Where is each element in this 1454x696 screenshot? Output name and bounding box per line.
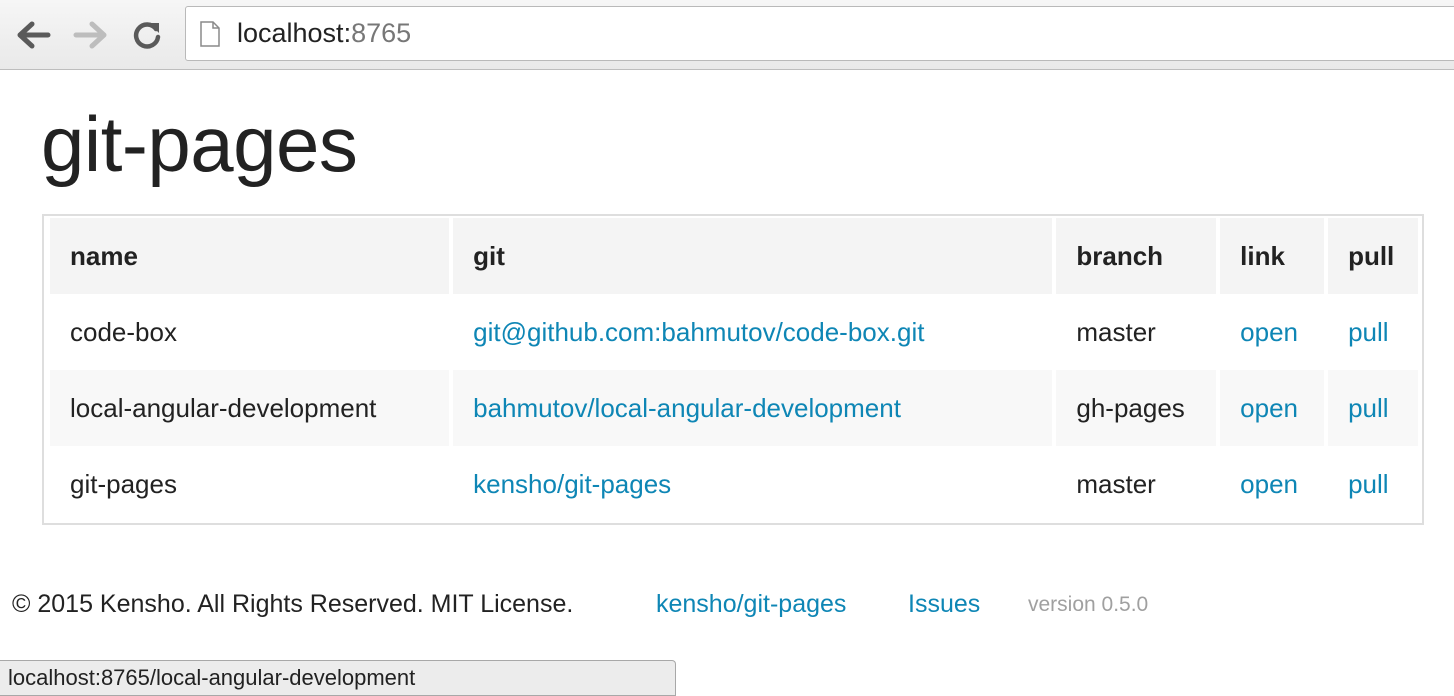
open-link[interactable]: open: [1240, 317, 1298, 347]
back-button[interactable]: [16, 17, 52, 53]
repo-branch: gh-pages: [1056, 370, 1217, 446]
repo-git-cell: kensho/git-pages: [453, 446, 1052, 522]
version-label: version 0.5.0: [1028, 593, 1149, 616]
url-port: 8765: [351, 18, 412, 48]
repo-pull-cell: pull: [1328, 294, 1418, 370]
page-icon: [200, 20, 220, 47]
url-host: localhost:: [237, 18, 352, 48]
table-row: local-angular-development bahmutov/local…: [50, 370, 1418, 446]
repo-git-link[interactable]: git@github.com:bahmutov/code-box.git: [473, 317, 924, 347]
repo-link-cell: open: [1220, 294, 1324, 370]
address-bar[interactable]: localhost: 8765: [185, 6, 1454, 61]
forward-button[interactable]: [72, 17, 108, 53]
repo-name: git-pages: [70, 468, 177, 499]
table-row: git-pages kensho/git-pages master open p…: [50, 446, 1418, 522]
back-arrow-icon: [17, 20, 51, 50]
repo-table-container: name git branch link pull code-box git@g…: [42, 214, 1424, 525]
table-header-row: name git branch link pull: [50, 218, 1418, 294]
open-link[interactable]: open: [1240, 469, 1298, 499]
browser-toolbar: localhost: 8765: [0, 0, 1454, 70]
repo-name: local-angular-development: [50, 370, 450, 446]
reload-icon: [132, 20, 162, 50]
repo-pull-cell: pull: [1328, 446, 1418, 522]
page-title: git-pages: [41, 100, 358, 188]
repo-git-cell: git@github.com:bahmutov/code-box.git: [453, 294, 1052, 370]
header-git: git: [453, 218, 1053, 294]
repo-branch: master: [1076, 316, 1156, 347]
repo-link-cell: open: [1220, 446, 1324, 522]
repo-name: code-box: [70, 316, 177, 347]
header-pull: pull: [1328, 218, 1418, 294]
repo-link-cell: open: [1220, 370, 1325, 446]
repo-git-link[interactable]: kensho/git-pages: [473, 469, 671, 499]
status-bar: localhost:8765/local-angular-development: [0, 660, 676, 696]
header-link: link: [1220, 218, 1325, 294]
repo-pull-cell: pull: [1328, 370, 1418, 446]
table-row: code-box git@github.com:bahmutov/code-bo…: [50, 294, 1418, 370]
repo-branch: master: [1076, 468, 1156, 499]
header-name: name: [50, 218, 450, 294]
pull-link[interactable]: pull: [1348, 393, 1388, 423]
repo-table: name git branch link pull code-box git@g…: [46, 218, 1422, 522]
forward-arrow-icon: [73, 20, 107, 50]
open-link[interactable]: open: [1240, 393, 1298, 423]
footer-repo-link[interactable]: kensho/git-pages: [656, 590, 846, 619]
copyright-text: © 2015 Kensho. All Rights Reserved. MIT …: [12, 590, 574, 618]
repo-git-cell: bahmutov/local-angular-development: [453, 370, 1053, 446]
pull-link[interactable]: pull: [1348, 317, 1388, 347]
header-branch: branch: [1056, 218, 1217, 294]
reload-button[interactable]: [129, 17, 165, 53]
pull-link[interactable]: pull: [1348, 469, 1388, 499]
repo-git-link[interactable]: bahmutov/local-angular-development: [473, 393, 901, 423]
footer-issues-link[interactable]: Issues: [908, 590, 980, 619]
